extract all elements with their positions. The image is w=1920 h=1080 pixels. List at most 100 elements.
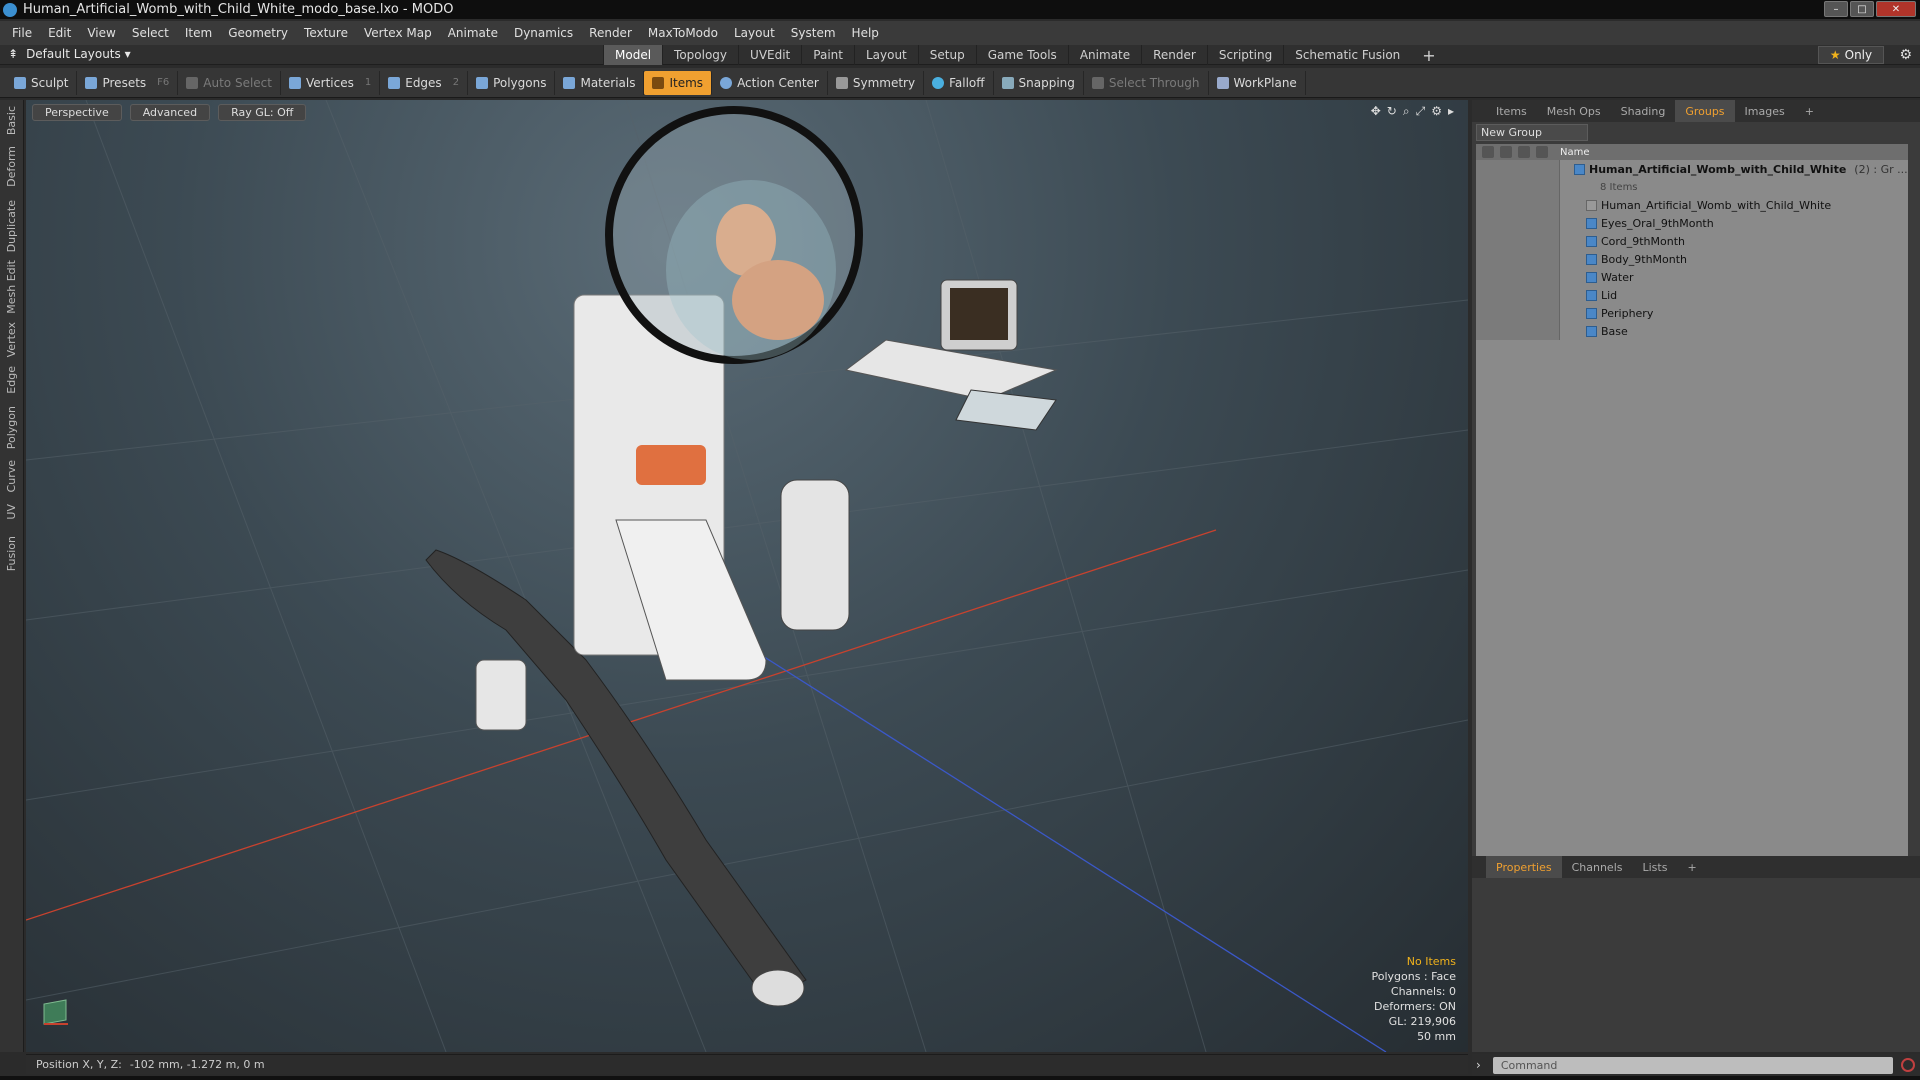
menu-geometry[interactable]: Geometry xyxy=(220,26,296,40)
vertices-button[interactable]: Vertices 1 xyxy=(281,70,381,95)
menu-animate[interactable]: Animate xyxy=(440,26,506,40)
menu-texture[interactable]: Texture xyxy=(296,26,356,40)
eye-icon[interactable] xyxy=(1482,146,1494,158)
tab-scripting[interactable]: Scripting xyxy=(1206,45,1283,65)
item-visibility[interactable] xyxy=(1476,268,1560,286)
minimize-button[interactable]: – xyxy=(1824,1,1848,17)
tab-render[interactable]: Render xyxy=(1141,45,1207,65)
menu-system[interactable]: System xyxy=(783,26,844,40)
only-button[interactable]: ★ Only xyxy=(1818,46,1884,64)
materials-button[interactable]: Materials xyxy=(555,70,645,95)
name-column-header[interactable]: Name xyxy=(1560,147,1590,158)
snapping-button[interactable]: Snapping xyxy=(994,70,1084,95)
item-visibility[interactable] xyxy=(1476,232,1560,250)
close-button[interactable]: ✕ xyxy=(1876,1,1916,17)
womb-model[interactable] xyxy=(425,106,1058,1007)
add-tab-icon[interactable]: + xyxy=(1411,45,1446,65)
render-icon[interactable] xyxy=(1500,146,1512,158)
tab-paint[interactable]: Paint xyxy=(801,45,854,65)
sculpt-button[interactable]: Sculpt xyxy=(6,70,78,95)
list-item[interactable]: Human_Artificial_Womb_with_Child_White xyxy=(1476,196,1908,214)
side-tab-fusion[interactable]: Fusion xyxy=(5,536,18,571)
tab-setup[interactable]: Setup xyxy=(917,45,976,65)
side-tab-uv[interactable]: UV xyxy=(5,504,18,520)
list-item[interactable]: Cord_9thMonth xyxy=(1476,232,1908,250)
zoom-icon[interactable]: ⌕ xyxy=(1403,104,1410,119)
menu-layout[interactable]: Layout xyxy=(726,26,783,40)
list-item[interactable]: Base xyxy=(1476,322,1908,340)
item-visibility[interactable] xyxy=(1476,250,1560,268)
side-tab-deform[interactable]: Deform xyxy=(5,146,18,187)
gear-icon[interactable]: ⚙ xyxy=(1899,47,1912,63)
tab-properties[interactable]: Properties xyxy=(1486,856,1562,878)
menu-render[interactable]: Render xyxy=(581,26,640,40)
item-visibility[interactable] xyxy=(1476,304,1560,322)
add-panel-tab-icon[interactable]: + xyxy=(1795,100,1824,122)
group-visibility[interactable] xyxy=(1476,160,1560,178)
lock-icon[interactable] xyxy=(1518,146,1530,158)
item-visibility[interactable] xyxy=(1476,214,1560,232)
list-item[interactable]: Lid xyxy=(1476,286,1908,304)
shading-advanced-button[interactable]: Advanced xyxy=(129,104,211,121)
polygons-button[interactable]: Polygons xyxy=(468,70,556,95)
menu-item[interactable]: Item xyxy=(177,26,220,40)
side-tab-basic[interactable]: Basic xyxy=(5,106,18,135)
side-tab-mesh-edit[interactable]: Mesh Edit xyxy=(5,260,18,314)
tab-mesh-ops[interactable]: Mesh Ops xyxy=(1537,100,1611,122)
view-perspective-button[interactable]: Perspective xyxy=(32,104,122,121)
item-visibility[interactable] xyxy=(1476,286,1560,304)
fit-icon[interactable]: ⤢ xyxy=(1416,104,1426,119)
tab-schematic-fusion[interactable]: Schematic Fusion xyxy=(1283,45,1411,65)
tab-shading[interactable]: Shading xyxy=(1611,100,1676,122)
tab-animate[interactable]: Animate xyxy=(1067,45,1141,65)
maximize-button[interactable]: □ xyxy=(1850,1,1874,17)
rotate-icon[interactable]: ↻ xyxy=(1387,104,1397,119)
tab-groups[interactable]: Groups xyxy=(1675,100,1735,122)
action-center-button[interactable]: Action Center xyxy=(712,70,828,95)
side-tab-duplicate[interactable]: Duplicate xyxy=(5,200,18,252)
tab-topology[interactable]: Topology xyxy=(662,45,738,65)
menu-select[interactable]: Select xyxy=(124,26,177,40)
tab-items[interactable]: Items xyxy=(1486,100,1537,122)
list-item[interactable]: Water xyxy=(1476,268,1908,286)
raygl-toggle[interactable]: Ray GL: Off xyxy=(218,104,307,121)
menu-dynamics[interactable]: Dynamics xyxy=(506,26,581,40)
side-tab-curve[interactable]: Curve xyxy=(5,460,18,492)
new-group-button[interactable]: New Group xyxy=(1476,124,1588,141)
select-icon[interactable] xyxy=(1536,146,1548,158)
record-macro-icon[interactable] xyxy=(1900,1058,1915,1072)
command-input[interactable]: Command xyxy=(1492,1056,1893,1074)
list-item[interactable]: Eyes_Oral_9thMonth xyxy=(1476,214,1908,232)
item-visibility[interactable] xyxy=(1476,196,1560,214)
item-visibility[interactable] xyxy=(1476,322,1560,340)
menu-maxtomodo[interactable]: MaxToModo xyxy=(640,26,726,40)
pan-icon[interactable]: ✥ xyxy=(1371,104,1381,119)
3d-viewport[interactable]: Perspective Advanced Ray GL: Off ✥ ↻ ⌕ ⤢… xyxy=(26,100,1468,1052)
add-properties-tab-icon[interactable]: + xyxy=(1677,856,1706,878)
list-item[interactable]: Periphery xyxy=(1476,304,1908,322)
falloff-button[interactable]: Falloff xyxy=(924,70,994,95)
menu-edit[interactable]: Edit xyxy=(40,26,79,40)
tab-game-tools[interactable]: Game Tools xyxy=(975,45,1068,65)
items-button[interactable]: Items xyxy=(644,70,713,95)
symmetry-button[interactable]: Symmetry xyxy=(828,70,925,95)
side-tab-edge[interactable]: Edge xyxy=(5,366,18,394)
menu-help[interactable]: Help xyxy=(844,26,887,40)
auto-select-button[interactable]: Auto Select xyxy=(178,70,281,95)
layout-dropdown[interactable]: ⇞ Default Layouts ▾ xyxy=(8,47,131,61)
edges-button[interactable]: Edges 2 xyxy=(380,70,469,95)
tab-images[interactable]: Images xyxy=(1735,100,1795,122)
menu-vertex-map[interactable]: Vertex Map xyxy=(356,26,440,40)
tab-lists[interactable]: Lists xyxy=(1633,856,1678,878)
group-row[interactable]: Human_Artificial_Womb_with_Child_White (2… xyxy=(1476,160,1908,178)
side-tab-vertex[interactable]: Vertex xyxy=(5,322,18,357)
workplane-button[interactable]: WorkPlane xyxy=(1209,70,1306,95)
viewport-menu-icon[interactable]: ▸ xyxy=(1448,104,1454,119)
tab-layout[interactable]: Layout xyxy=(853,45,918,65)
select-through-button[interactable]: Select Through xyxy=(1084,70,1209,95)
tab-model[interactable]: Model xyxy=(603,45,663,65)
side-tab-polygon[interactable]: Polygon xyxy=(5,406,18,449)
menu-view[interactable]: View xyxy=(79,26,123,40)
tab-channels[interactable]: Channels xyxy=(1562,856,1633,878)
presets-button[interactable]: Presets F6 xyxy=(77,70,179,95)
